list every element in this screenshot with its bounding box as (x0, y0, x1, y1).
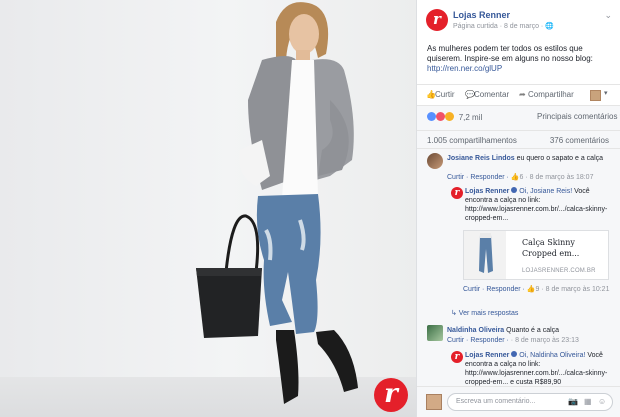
reply-action-links[interactable]: Curtir · Responder · (463, 286, 527, 293)
post-stats: 1.005 compartilhamentos 376 comentários (417, 130, 620, 146)
verified-badge-icon (511, 351, 518, 357)
post-action-bar: 👍Curtir 💬Comentar ➦ Compartilhar ▾ (417, 84, 620, 106)
view-more-replies-link[interactable]: ↳ Ver mais respostas (451, 309, 518, 317)
link-preview-image (464, 231, 506, 279)
reactions-summary[interactable]: 7,2 mil (427, 112, 482, 122)
comment-action-links[interactable]: Curtir · Responder · (447, 174, 511, 181)
comment-composer: Escreva um comentário... 📷 ▦ ☺ (417, 386, 620, 417)
shares-count-link[interactable]: 1.005 compartilhamentos (427, 136, 517, 145)
reply-item: r Lojas Renner Oi, Naldinha Oliveira! Vo… (417, 347, 620, 387)
post-body: As mulheres podem ter todos os estilos q… (427, 44, 615, 74)
comment-actions: Curtir · Responder · 👍6 · 8 de março às … (447, 173, 593, 181)
post-meta: Página curtida · 8 de março · 🌐 (453, 22, 554, 30)
reply-text: Lojas Renner Oi, Josiane Reis! Você enco… (465, 187, 615, 223)
comment-text: Josiane Reis Lindos eu quero o sapato e … (447, 154, 615, 163)
viewer-avatar (426, 394, 442, 410)
reply-like-icon: 👍 (526, 286, 536, 293)
like-reaction-icon (427, 112, 436, 121)
link-preview-title: Calça Skinny Cropped em... (522, 238, 580, 258)
reactions-count: 7,2 mil (458, 113, 483, 122)
comment-sort-dropdown[interactable]: Principais comentários ▾ (537, 112, 620, 121)
reply-mention[interactable]: Oi, Naldinha Oliveira! (519, 352, 585, 359)
gif-icon[interactable]: ▦ (584, 397, 592, 406)
verified-badge-icon (511, 187, 518, 193)
sticker-icon[interactable]: ☺ (598, 397, 606, 406)
comment-item: Naldinha Oliveira Quanto é a calça Curti… (417, 323, 620, 347)
comment-text: Naldinha Oliveira Quanto é a calça (447, 326, 615, 335)
post-meta-text: Página curtida · 8 de março · (453, 23, 546, 30)
camera-icon[interactable]: 📷 (568, 397, 578, 406)
comment-actions: Curtir · Responder · · 8 de março às 23:… (447, 337, 579, 344)
comment-time[interactable]: · 8 de março às 23:13 (511, 337, 579, 344)
post-header: r Lojas Renner Página curtida · 8 de mar… (417, 0, 620, 36)
page-avatar[interactable]: r (426, 9, 448, 31)
comment-author[interactable]: Naldinha Oliveira (447, 327, 504, 334)
viewer-avatar[interactable] (590, 90, 601, 101)
comment-label: Comentar (474, 90, 510, 99)
reply-actions: Curtir · Responder · 👍9 · 8 de março às … (463, 285, 609, 293)
comment-author[interactable]: Josiane Reis Lindos (447, 155, 515, 162)
jeans-thumbnail-icon (479, 233, 493, 273)
comment-placeholder: Escreva um comentário... (456, 398, 536, 405)
chevron-down-icon[interactable]: ⌄ (604, 10, 612, 21)
globe-icon: 🌐 (545, 23, 554, 30)
comment-button[interactable]: 💬Comentar (465, 90, 509, 99)
comment-time[interactable]: · 8 de março às 18:07 (523, 174, 593, 181)
reply-item: r Lojas Renner Oi, Josiane Reis! Você en… (417, 183, 620, 307)
page-reply-avatar[interactable]: r (451, 351, 463, 363)
comment-content: Quanto é a calça (504, 327, 560, 334)
comments-list: Josiane Reis Lindos eu quero o sapato e … (417, 148, 620, 386)
comment-bubble-icon: 💬 (465, 90, 475, 99)
share-button[interactable]: ➦ Compartilhar (519, 90, 574, 99)
post-photo[interactable]: r (0, 0, 416, 417)
link-preview-domain: LOJASRENNER.COM.BR (522, 268, 596, 274)
comment-action-links[interactable]: Curtir · Responder · (447, 337, 511, 344)
love-reaction-icon (436, 112, 446, 121)
comment-content: eu quero o sapato e a calça (514, 155, 604, 162)
like-button[interactable]: 👍Curtir (426, 90, 455, 99)
reply-mention[interactable]: Oi, Josiane Reis! (519, 188, 572, 195)
reply-time[interactable]: · 8 de março às 10:21 (539, 286, 609, 293)
comment-item: Josiane Reis Lindos eu quero o sapato e … (417, 149, 620, 183)
brand-logo-watermark: r (374, 378, 408, 412)
reply-text: Lojas Renner Oi, Naldinha Oliveira! Você… (465, 351, 615, 387)
link-preview-card[interactable]: Calça Skinny Cropped em... LOJASRENNER.C… (463, 230, 609, 280)
like-label: Curtir (435, 90, 455, 99)
comment-input[interactable]: Escreva um comentário... 📷 ▦ ☺ (447, 393, 613, 411)
reply-author[interactable]: Lojas Renner (465, 188, 509, 195)
page-reply-avatar[interactable]: r (451, 187, 463, 199)
share-label: Compartilhar (528, 90, 574, 99)
post-link[interactable]: http://ren.ner.co/glUP (427, 64, 502, 73)
post-text: As mulheres podem ter todos os estilos q… (427, 44, 593, 63)
reply-author[interactable]: Lojas Renner (465, 352, 509, 359)
commenter-avatar[interactable] (427, 325, 443, 341)
model-illustration (196, 2, 358, 404)
audience-caret[interactable]: ▾ (604, 89, 608, 97)
commenter-avatar[interactable] (427, 153, 443, 169)
comments-count-link[interactable]: 376 comentários (550, 136, 609, 145)
comment-like-icon: 👍 (510, 174, 520, 181)
share-arrow-icon: ➦ (519, 90, 526, 99)
post-panel: r Lojas Renner Página curtida · 8 de mar… (416, 0, 620, 417)
wow-reaction-icon (445, 112, 455, 121)
page-name-link[interactable]: Lojas Renner (453, 10, 510, 20)
thumbs-up-icon: 👍 (426, 90, 436, 99)
